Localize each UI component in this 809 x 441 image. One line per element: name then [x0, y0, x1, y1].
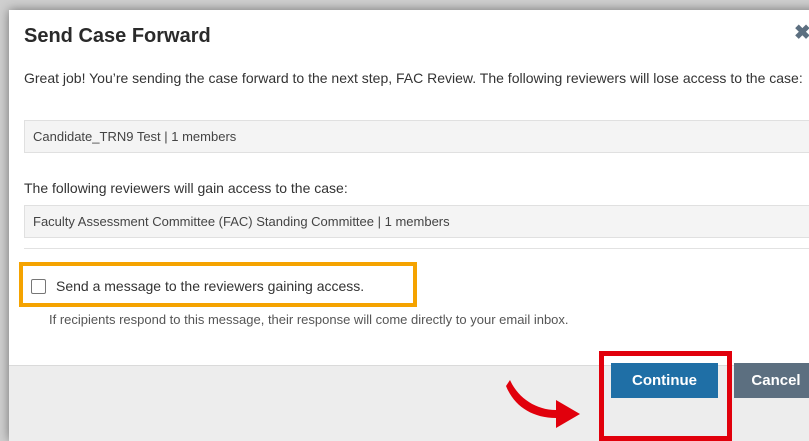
continue-button[interactable]: Continue	[611, 363, 718, 398]
losing-reviewers-list: Candidate_TRN9 Test | 1 members	[24, 120, 809, 153]
gaining-reviewers-list: Faculty Assessment Committee (FAC) Stand…	[24, 205, 809, 238]
send-case-forward-dialog: Send Case Forward ✖ Great job! You’re se…	[9, 10, 809, 441]
dialog-title: Send Case Forward	[24, 25, 211, 47]
send-message-option[interactable]: Send a message to the reviewers gaining …	[29, 271, 364, 301]
gain-access-label: The following reviewers will gain access…	[24, 180, 348, 196]
send-message-label: Send a message to the reviewers gaining …	[56, 278, 365, 294]
divider	[24, 248, 809, 249]
intro-text: Great job! You’re sending the case forwa…	[24, 70, 803, 86]
cancel-button[interactable]: Cancel	[734, 363, 809, 398]
curved-arrow-icon	[506, 380, 580, 428]
send-message-checkbox[interactable]	[31, 278, 46, 294]
close-icon[interactable]: ✖	[794, 23, 809, 43]
hint-text: If recipients respond to this message, t…	[49, 312, 569, 327]
